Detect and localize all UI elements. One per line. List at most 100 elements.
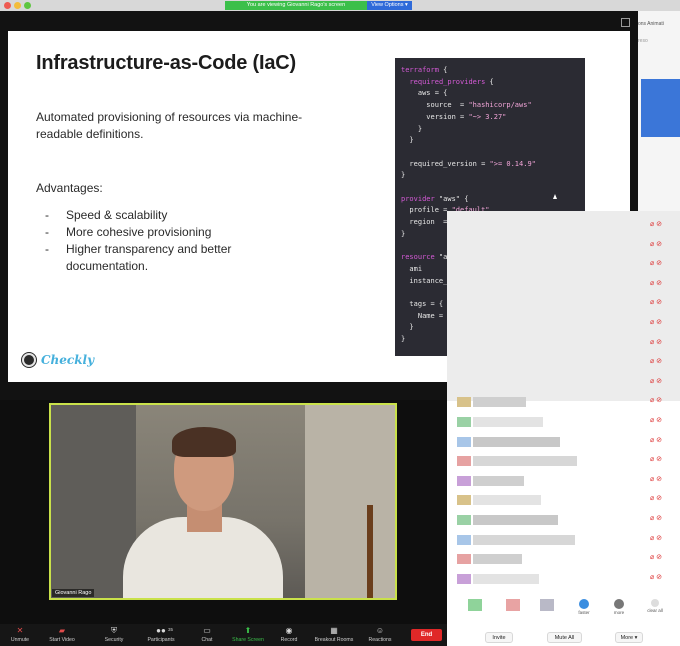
participants-icon: ●● [156,626,166,635]
participant-row[interactable] [457,515,577,525]
participants-button[interactable]: ●● Participants 35 [143,626,179,643]
advantages-list: Speed & scalability More cohesive provis… [45,207,275,275]
clear-all-button[interactable]: clear all [643,599,667,613]
checkly-logo: Checkly [22,353,94,367]
start-video-label: Start Video [49,637,75,643]
close-window-button[interactable] [4,2,11,9]
reaction-gray[interactable] [537,599,557,612]
share-screen-button[interactable]: ⬆ Share Screen [229,626,267,643]
record-button[interactable]: ◉ Record [277,626,301,643]
faster-label: faster [578,610,590,615]
participant-row[interactable] [457,534,577,545]
code-line: } [401,335,405,343]
breakout-rooms-button[interactable]: ▦ Breakout Rooms [311,626,357,643]
participant-mute-icons[interactable]: ⌀ ⊘ [650,260,668,268]
video-off-icon: ▰ [58,626,66,635]
code-token: "hashicorp/aws" [468,101,532,110]
participant-mute-icons[interactable]: ⌀ ⊘ [650,456,668,464]
participant-mute-icons[interactable]: ⌀ ⊘ [650,378,668,386]
participant-row[interactable] [457,417,577,427]
logo-text: Checkly [41,353,95,367]
reactions-label: Reactions [368,637,392,643]
participant-mute-icons[interactable]: ⌀ ⊘ [650,515,668,523]
participant-mute-icons[interactable]: ⌀ ⊘ [650,299,668,307]
participant-name-tag: Giovanni Rago [52,589,95,597]
participant-mute-icons[interactable]: ⌀ ⊘ [650,437,668,445]
background-blue-panel [641,79,680,137]
code-token: "aws" { [434,194,469,203]
faster-button[interactable]: faster [572,599,596,615]
mute-all-button[interactable]: Mute All [547,632,582,643]
code-token: aws = { [401,89,448,98]
more-menu-button[interactable]: More ▾ [615,632,643,643]
participant-mute-icons[interactable]: ⌀ ⊘ [650,535,668,543]
code-line: provider "aws" { [401,195,468,203]
invite-button[interactable]: Invite [485,632,513,643]
participant-mute-icons[interactable]: ⌀ ⊘ [650,221,668,229]
code-token: "~> 3.27" [468,112,507,121]
participant-row[interactable] [457,475,577,486]
reaction-green[interactable] [465,599,485,612]
more-menu-label: More [620,635,634,641]
share-screen-icon: ⬆ [244,626,252,635]
reaction-red[interactable] [503,599,523,612]
code-line: required_version = ">= 0.14.9" [401,160,535,168]
participant-mute-icons[interactable]: ⌀ ⊘ [650,241,668,249]
avatar [457,417,471,427]
participant-mute-icons[interactable]: ⌀ ⊘ [650,339,668,347]
code-line: } [401,125,422,133]
avatar [457,475,471,486]
record-icon: ◉ [285,626,293,635]
person-hair [172,427,236,457]
code-token: } [401,171,406,180]
more-reactions-button[interactable]: more [607,599,631,615]
avatar [457,436,471,447]
record-label: Record [280,637,298,643]
code-line: } [401,136,414,145]
participant-mute-icons[interactable]: ⌀ ⊘ [650,358,668,366]
participant-mute-icons[interactable]: ⌀ ⊘ [650,495,668,503]
code-token: required_providers [409,77,486,86]
fullscreen-icon[interactable] [621,18,630,27]
participant-mute-icons[interactable]: ⌀ ⊘ [650,319,668,327]
participant-video[interactable]: Giovanni Rago [49,403,397,600]
code-token: } [401,229,406,238]
title-bar: You are viewing Giovanni Rago's screen V… [0,0,680,11]
code-line: aws = { [401,89,448,98]
minimize-window-button[interactable] [14,2,21,9]
participant-row[interactable] [457,554,577,565]
unmute-button[interactable]: ✕ Unmute [7,626,33,643]
participant-mute-icons[interactable]: ⌀ ⊘ [650,397,668,405]
clear-all-label: clear all [647,608,663,613]
participant-row[interactable] [457,573,577,584]
participant-row[interactable] [457,456,577,467]
security-button[interactable]: ⛨ Security [101,626,127,643]
reactions-button[interactable]: ☺ Reactions [365,626,395,643]
participant-row[interactable] [457,397,577,408]
participant-mute-icons[interactable]: ⌀ ⊘ [650,574,668,582]
participant-name-blur [473,397,526,408]
participant-row[interactable] [457,495,577,506]
participant-mute-icons[interactable]: ⌀ ⊘ [650,554,668,562]
participant-row[interactable] [457,436,577,447]
raccoon-icon [22,353,36,367]
participant-mute-icons[interactable]: ⌀ ⊘ [650,417,668,425]
code-token: provider [401,194,435,203]
avatar [457,397,471,408]
code-token: } [401,136,414,145]
code-line: tags = { [401,300,443,308]
security-label: Security [104,637,124,643]
unmute-label: Unmute [10,637,30,643]
end-meeting-button[interactable]: End [411,629,442,641]
view-options-button[interactable]: View Options ▾ [367,1,412,10]
participant-mute-icons[interactable]: ⌀ ⊘ [650,476,668,484]
start-video-button[interactable]: ▰ Start Video [45,626,79,643]
green-square-icon [468,599,482,611]
participant-name-blur [473,573,539,584]
zoom-window: You are viewing Giovanni Rago's screen V… [0,0,680,646]
code-token: } [401,124,423,133]
code-token: Name = [401,311,448,320]
chat-button[interactable]: ▭ Chat [198,626,216,643]
participant-mute-icons[interactable]: ⌀ ⊘ [650,280,668,288]
zoom-window-button[interactable] [24,2,31,9]
